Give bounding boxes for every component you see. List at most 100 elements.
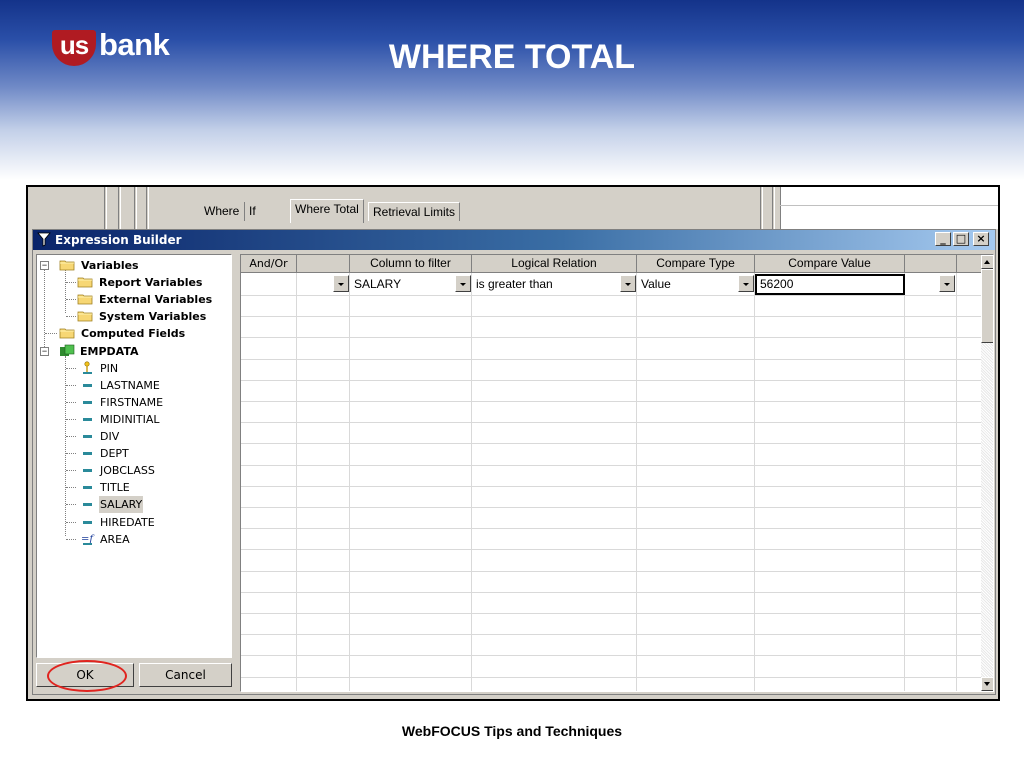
computed-field-icon: =f	[79, 532, 95, 546]
column-header-compare-type[interactable]: Compare Type	[637, 255, 755, 273]
grid-hline	[241, 486, 981, 487]
cancel-button[interactable]: Cancel	[139, 663, 232, 687]
minimize-button[interactable]: _	[935, 232, 951, 246]
tree-connector	[66, 521, 76, 523]
splitter	[146, 187, 149, 229]
grid-vline	[956, 273, 957, 691]
tree-connector	[66, 384, 76, 386]
grid-hline	[241, 528, 981, 529]
slide: us bank WHERE TOTAL Where If Where Total…	[0, 0, 1024, 768]
tab-retrieval-limits[interactable]: Retrieval Limits	[368, 202, 461, 221]
database-icon	[59, 344, 75, 358]
grid-hline	[241, 549, 981, 550]
grid-hline	[241, 571, 981, 572]
tree-node-label: Report Variables	[99, 276, 203, 290]
vertical-scrollbar[interactable]	[981, 255, 993, 691]
column-to-filter-dropdown-button[interactable]	[455, 275, 471, 292]
grid-vline	[754, 273, 755, 691]
and-or-dropdown-button[interactable]	[333, 275, 349, 292]
scroll-up-arrow-icon[interactable]	[981, 255, 993, 269]
tab-if[interactable]: If	[244, 202, 260, 221]
grid-vline	[471, 273, 472, 691]
tree-connector	[66, 487, 76, 489]
tree-connector	[65, 356, 66, 536]
column-header-logical-relation[interactable]: Logical Relation	[472, 255, 637, 273]
tree-connector	[45, 333, 57, 335]
scroll-down-arrow-icon[interactable]	[981, 677, 993, 691]
column-to-filter-cell[interactable]: SALARY	[350, 275, 455, 295]
tree-node-label: TITLE	[100, 481, 130, 495]
folder-icon	[77, 310, 93, 324]
tree-node-label: EMPDATA	[80, 344, 139, 358]
tree-node-label: FIRSTNAME	[100, 395, 164, 409]
compare-type-dropdown-button[interactable]	[738, 275, 754, 292]
tree-node-label: External Variables	[99, 293, 213, 307]
folder-icon	[77, 276, 93, 290]
column-header-filler	[957, 255, 981, 273]
field-icon	[79, 497, 95, 511]
column-header-column-to-filter[interactable]: Column to filter	[350, 255, 472, 273]
field-icon	[79, 378, 95, 392]
header-banner: us bank WHERE TOTAL	[0, 0, 1024, 180]
splitter	[118, 187, 121, 229]
expression-builder-dialog: Expression Builder _ □ × − Variables Repor…	[32, 229, 996, 695]
splitter	[772, 187, 775, 229]
screenshot-frame: Where If Where Total Retrieval Limits Ex…	[26, 185, 1000, 701]
logical-relation-dropdown-button[interactable]	[620, 275, 636, 292]
column-header-and-or[interactable]: And/Or	[241, 255, 297, 273]
grid-hline	[241, 422, 981, 423]
tree-connector	[44, 267, 45, 351]
grid-hline	[241, 507, 981, 508]
tree-node-label: HIREDATE	[100, 515, 155, 529]
field-icon	[79, 395, 95, 409]
slide-title: WHERE TOTAL	[388, 38, 636, 76]
tree-node-label: Computed Fields	[81, 327, 186, 341]
dialog-titlebar[interactable]: Expression Builder _ □ ×	[33, 230, 995, 250]
tree-node-label: DEPT	[100, 447, 129, 461]
field-icon	[79, 515, 95, 529]
grid-hline	[241, 401, 981, 402]
maximize-button[interactable]: □	[953, 232, 969, 246]
grid-hline	[241, 443, 981, 444]
annotation-circle	[47, 660, 127, 692]
collapse-toggle-icon[interactable]: −	[40, 261, 49, 270]
column-header-compare-value[interactable]: Compare Value	[755, 255, 905, 273]
field-icon	[79, 412, 95, 426]
logical-relation-cell[interactable]: is greater than	[472, 275, 620, 295]
grid-hline	[241, 465, 981, 466]
tree-node-label: System Variables	[99, 310, 207, 324]
compare-value-input[interactable]: 56200	[755, 274, 905, 295]
where-total-grid[interactable]: And/Or Column to filter Logical Relation…	[240, 254, 994, 692]
grid-hline	[241, 677, 981, 678]
grid-vline	[904, 273, 905, 691]
grid-hline	[241, 359, 981, 360]
divider	[780, 205, 998, 206]
splitter	[134, 187, 137, 229]
tree-connector	[66, 316, 76, 318]
tree-node-label: MIDINITIAL	[100, 412, 160, 426]
scroll-thumb[interactable]	[981, 269, 993, 343]
column-header-blank-2[interactable]	[905, 255, 957, 273]
tab-where-total[interactable]: Where Total	[290, 199, 364, 223]
tree-node-label: PIN	[100, 361, 119, 375]
folder-icon	[59, 327, 75, 341]
tree-node-label: JOBCLASS	[100, 464, 155, 478]
tree-connector	[66, 436, 76, 437]
grid-vline	[349, 273, 350, 691]
background-panel	[780, 187, 998, 229]
collapse-toggle-icon[interactable]: −	[40, 346, 49, 356]
tree-node-label: LASTNAME	[100, 378, 160, 392]
compare-type-cell[interactable]: Value	[637, 275, 738, 295]
blank-column-dropdown-button[interactable]	[939, 275, 955, 292]
column-header-blank[interactable]	[297, 255, 350, 273]
tab-where[interactable]: Where	[200, 202, 244, 221]
grid-hline	[241, 592, 981, 593]
dialog-title: Expression Builder	[55, 233, 182, 247]
tree-connector	[65, 269, 66, 313]
tree-node-label: SALARY	[99, 496, 144, 514]
close-button[interactable]: ×	[973, 232, 989, 246]
tree-node-label: Variables	[81, 259, 139, 272]
field-tree[interactable]: − Variables Report Variables External Varia…	[36, 254, 232, 658]
tree-connector	[66, 538, 76, 540]
folder-icon	[59, 259, 75, 273]
